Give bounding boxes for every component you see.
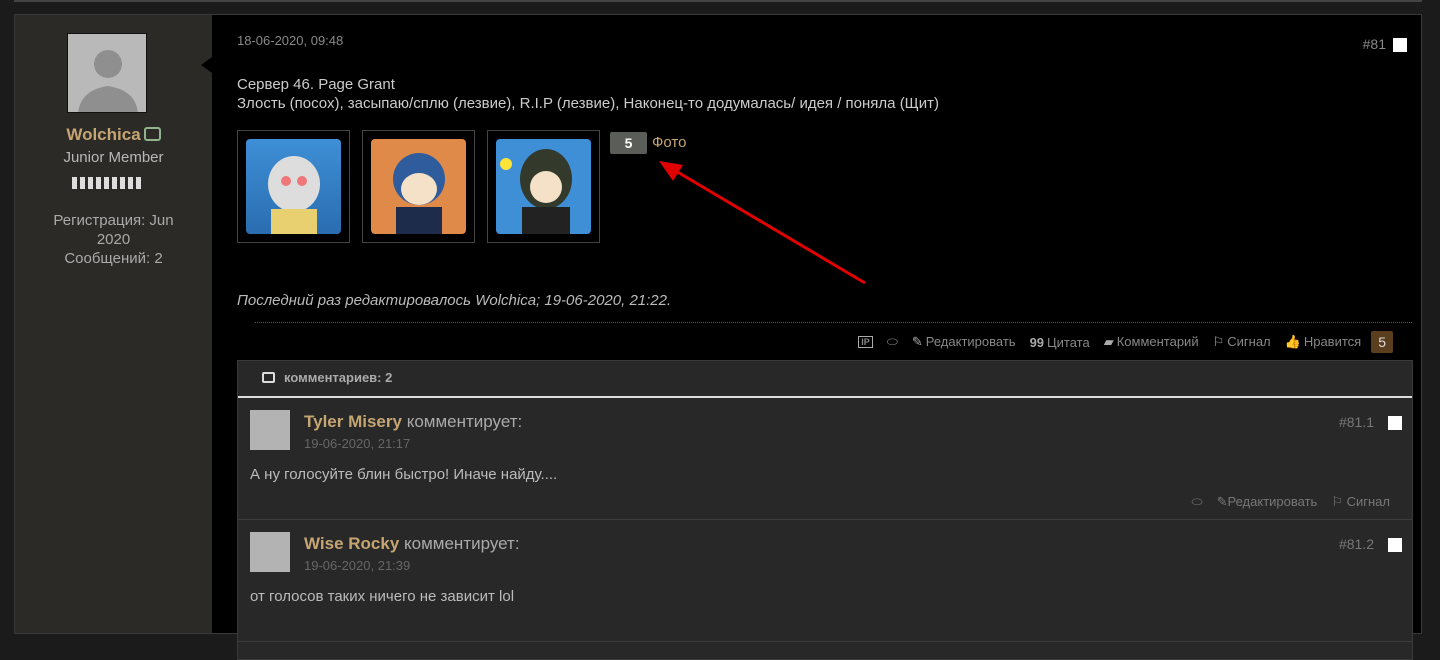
comment-actions: ⬭ ✎Редактировать ⚐ Сигнал bbox=[1192, 494, 1391, 510]
dotted-divider bbox=[255, 322, 1412, 323]
edit-button[interactable]: ✎Редактировать bbox=[1217, 494, 1318, 510]
post-select-checkbox[interactable] bbox=[1393, 38, 1407, 52]
avatar[interactable] bbox=[67, 33, 147, 113]
annotation-arrow bbox=[659, 161, 866, 285]
image-thumbnail[interactable] bbox=[487, 130, 600, 243]
comment-number[interactable]: #81.1 bbox=[1339, 414, 1374, 430]
comment-icon: ▰ bbox=[1103, 334, 1114, 349]
commenter-name[interactable]: Wise Rocky bbox=[304, 534, 399, 553]
edited-note: Последний раз редактировалось Wolchica; … bbox=[237, 292, 672, 309]
private-message-icon[interactable]: ⬭ bbox=[887, 334, 898, 350]
avatar[interactable] bbox=[250, 410, 290, 450]
post-number[interactable]: #81 bbox=[1363, 36, 1386, 52]
edit-button[interactable]: ✎Редактировать bbox=[912, 334, 1016, 350]
comment-number[interactable]: #81.2 bbox=[1339, 536, 1374, 552]
post-date: 18-06-2020, 09:48 bbox=[237, 33, 344, 48]
post-body: Сервер 46. Page Grant Злость (посох), зас… bbox=[237, 76, 939, 112]
comment-text: от голосов таких ничего не зависит lol bbox=[250, 588, 515, 605]
pencil-icon: ✎ bbox=[1216, 494, 1228, 509]
comment-icon bbox=[262, 372, 275, 383]
pencil-icon: ✎ bbox=[911, 334, 923, 349]
image-thumbnail[interactable] bbox=[237, 130, 350, 243]
chat-bubble-icon[interactable] bbox=[143, 127, 161, 141]
thumbs-up-icon: 👍 bbox=[1284, 334, 1301, 349]
speech-pointer bbox=[201, 57, 212, 73]
comments-section: комментариев: 2 Tyler Misery комментируе… bbox=[237, 360, 1413, 660]
photo-count-badge[interactable]: 5 bbox=[610, 132, 647, 154]
author-sidebar: Wolchica Junior Member Регистрация: Jun … bbox=[15, 15, 212, 633]
author-name[interactable]: Wolchica bbox=[15, 125, 212, 145]
ip-icon[interactable]: IP bbox=[858, 336, 873, 348]
reputation-bars bbox=[72, 177, 144, 189]
image-gallery bbox=[237, 130, 600, 243]
photo-link[interactable]: Фото bbox=[652, 134, 686, 151]
like-count-badge: 5 bbox=[1371, 331, 1393, 353]
commenter-name[interactable]: Tyler Misery bbox=[304, 412, 402, 431]
private-message-icon[interactable]: ⬭ bbox=[1192, 494, 1203, 510]
quote-icon: 99 bbox=[1029, 334, 1045, 350]
comment-date: 19-06-2020, 21:17 bbox=[304, 436, 411, 451]
comment-date: 19-06-2020, 21:39 bbox=[304, 558, 411, 573]
comment-item: Wise Rocky комментирует: 19-06-2020, 21:… bbox=[238, 520, 1412, 642]
image-thumbnail[interactable] bbox=[362, 130, 475, 243]
comment-button[interactable]: ▰ Комментарий bbox=[1104, 334, 1199, 350]
flag-icon: ⚐ bbox=[1331, 494, 1347, 509]
comment-select-checkbox[interactable] bbox=[1388, 416, 1402, 430]
forum-post: Wolchica Junior Member Регистрация: Jun … bbox=[14, 14, 1422, 660]
comment-select-checkbox[interactable] bbox=[1388, 538, 1402, 552]
report-button[interactable]: ⚐ Сигнал bbox=[1213, 334, 1271, 350]
flag-icon: ⚐ bbox=[1212, 334, 1225, 349]
report-button[interactable]: ⚐ Сигнал bbox=[1331, 494, 1390, 510]
author-rank: Junior Member bbox=[63, 149, 164, 166]
comment-text: А ну голосуйте блин быстро! Иначе найду.… bbox=[250, 466, 558, 483]
quote-button[interactable]: 99 Цитата bbox=[1030, 335, 1090, 350]
like-button[interactable]: 👍 Нравится bbox=[1285, 334, 1362, 350]
comments-header[interactable]: комментариев: 2 bbox=[238, 361, 1412, 398]
top-divider bbox=[14, 0, 1422, 2]
author-stats: Регистрация: Jun 2020 Сообщений: 2 bbox=[53, 212, 174, 267]
avatar[interactable] bbox=[250, 532, 290, 572]
comment-item: Tyler Misery комментирует: 19-06-2020, 2… bbox=[238, 398, 1412, 520]
post-actions: IP ⬭ ✎ Редактировать 99 Цитата ▰ Комментари… bbox=[858, 331, 1393, 353]
